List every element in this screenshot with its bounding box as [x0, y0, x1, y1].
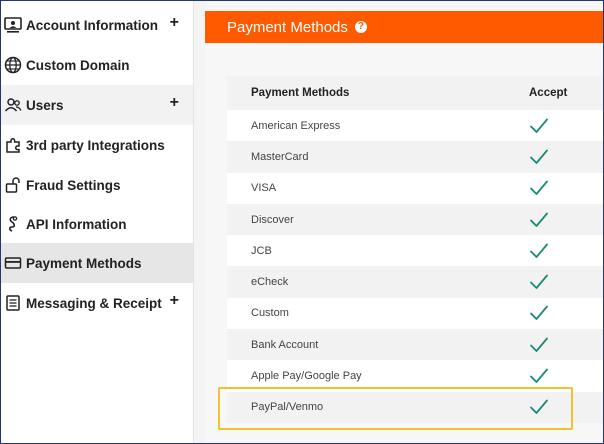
- payment-method-name: MasterCard: [251, 150, 309, 163]
- app-window: Account Information + Custom Domain User…: [0, 0, 604, 444]
- table-row: Bank Account: [227, 329, 603, 361]
- sidebar-item-label: Payment Methods: [26, 255, 142, 271]
- panel-gutter: [194, 1, 205, 443]
- payment-methods-table: Payment Methods Accept American Express M…: [227, 76, 603, 423]
- payment-method-name: Apple Pay/Google Pay: [251, 370, 362, 383]
- page-title: Payment Methods: [227, 18, 348, 36]
- accept-check-icon[interactable]: [477, 398, 603, 416]
- sidebar-item-users[interactable]: Users +: [1, 85, 193, 125]
- payment-method-name: eCheck: [251, 276, 289, 289]
- column-header-accept: Accept: [529, 87, 568, 99]
- payment-method-name: Bank Account: [251, 338, 319, 351]
- sidebar-item-label: Users: [26, 97, 64, 113]
- sidebar-item-3rd-party-integrations[interactable]: 3rd party Integrations: [1, 125, 193, 165]
- table-row: PayPal/Venmo: [227, 391, 603, 423]
- accept-check-icon[interactable]: [477, 304, 603, 322]
- table-row: VISA: [227, 172, 603, 204]
- table-body: American Express MasterCard VISA Discover JC…: [227, 110, 603, 423]
- expand-plus-icon[interactable]: +: [170, 94, 179, 112]
- sidebar-item-label: Fraud Settings: [26, 177, 121, 193]
- payment-method-name: VISA: [251, 182, 277, 195]
- payment-method-name: PayPal/Venmo: [251, 401, 324, 414]
- payment-method-name: Custom: [251, 307, 289, 320]
- sidebar-item-label: 3rd party Integrations: [26, 137, 165, 153]
- payment-method-name: American Express: [251, 119, 341, 132]
- accept-check-icon[interactable]: [477, 179, 603, 197]
- table-row: MasterCard: [227, 141, 603, 173]
- lock-icon: [3, 175, 23, 195]
- table-row: Apple Pay/Google Pay: [227, 360, 603, 392]
- accept-check-icon[interactable]: [477, 336, 603, 354]
- table-row: American Express: [227, 110, 603, 142]
- help-icon[interactable]: ?: [354, 21, 367, 33]
- sidebar-item-messaging-receipt[interactable]: Messaging & Receipt +: [1, 283, 193, 323]
- table-row: JCB: [227, 235, 603, 267]
- accept-check-icon[interactable]: [477, 148, 603, 166]
- sidebar-item-label: Account Information: [26, 17, 158, 33]
- accept-check-icon[interactable]: [477, 273, 603, 291]
- sidebar-item-label: Custom Domain: [26, 57, 130, 73]
- accept-check-icon[interactable]: [477, 117, 603, 135]
- sidebar-item-account-information[interactable]: Account Information +: [1, 5, 193, 45]
- sidebar-item-api-information[interactable]: API Information: [1, 204, 193, 244]
- sidebar-item-payment-methods[interactable]: Payment Methods: [1, 243, 193, 283]
- section-header: Payment Methods ?: [205, 11, 603, 43]
- puzzle-icon: [3, 135, 23, 155]
- receipt-icon: [3, 293, 23, 313]
- expand-plus-icon[interactable]: +: [170, 14, 179, 32]
- monitor-user-icon: [3, 15, 23, 35]
- globe-icon: [3, 55, 23, 75]
- users-icon: [3, 95, 23, 115]
- payment-method-name: JCB: [251, 244, 272, 257]
- accept-check-icon[interactable]: [477, 242, 603, 260]
- table-header: Payment Methods Accept: [227, 76, 603, 110]
- accept-check-icon[interactable]: [477, 367, 603, 385]
- sidebar-item-label: API Information: [26, 216, 127, 232]
- credit-card-icon: [3, 253, 23, 273]
- api-icon: [3, 214, 23, 234]
- main-panel: Payment Methods ? Payment Methods Accept…: [205, 1, 603, 443]
- sidebar-item-label: Messaging & Receipt: [26, 295, 162, 311]
- sidebar-item-fraud-settings[interactable]: Fraud Settings: [1, 165, 193, 205]
- sidebar-item-custom-domain[interactable]: Custom Domain: [1, 45, 193, 85]
- expand-plus-icon[interactable]: +: [170, 292, 179, 310]
- accept-check-icon[interactable]: [477, 211, 603, 229]
- table-row: eCheck: [227, 266, 603, 298]
- table-row: Custom: [227, 297, 603, 330]
- column-header-payment-methods: Payment Methods: [251, 87, 350, 99]
- sidebar: Account Information + Custom Domain User…: [1, 1, 194, 443]
- table-row: Discover: [227, 203, 603, 236]
- payment-method-name: Discover: [251, 213, 294, 226]
